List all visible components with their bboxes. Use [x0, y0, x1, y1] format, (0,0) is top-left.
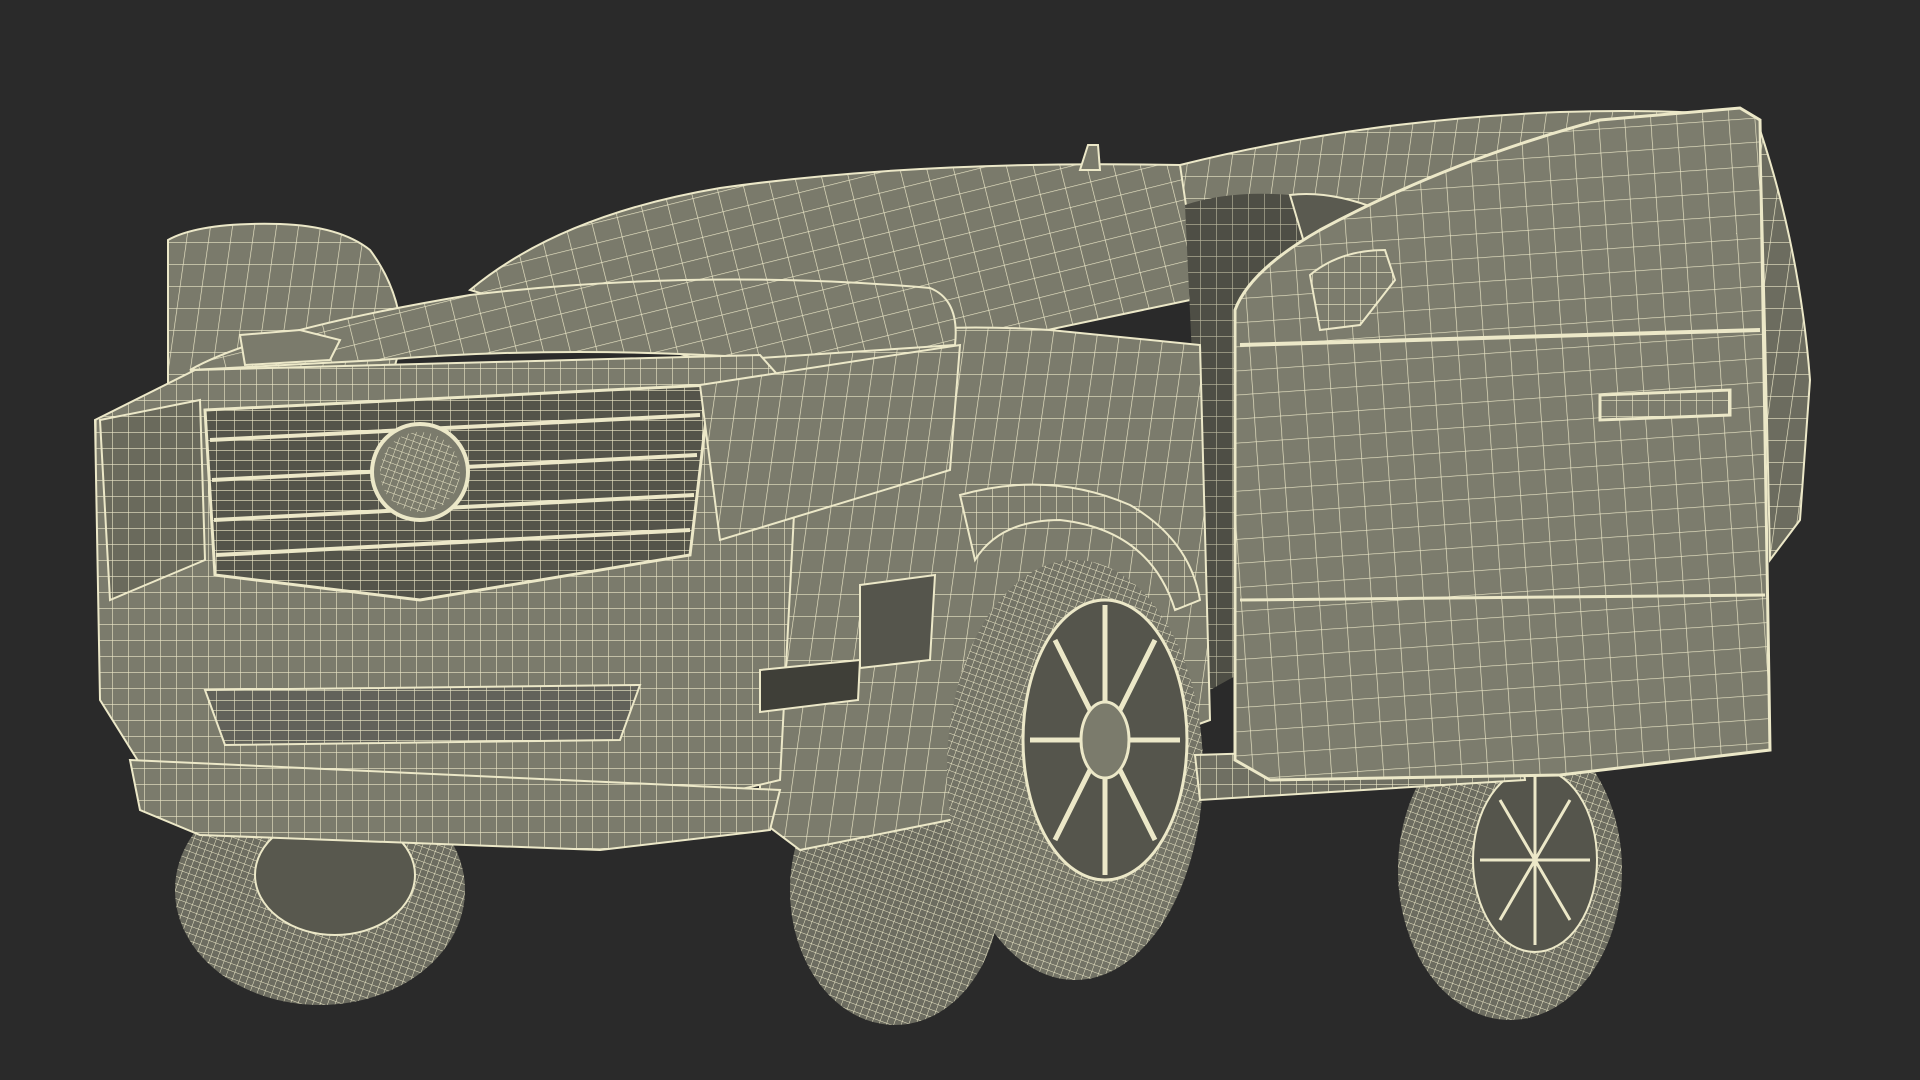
door-handle	[1598, 388, 1732, 422]
rear-quarter	[1759, 129, 1812, 563]
render-viewport	[0, 0, 1920, 1080]
suv-wireframe-render	[93, 106, 1812, 1025]
front-right-wheel	[947, 560, 1203, 980]
